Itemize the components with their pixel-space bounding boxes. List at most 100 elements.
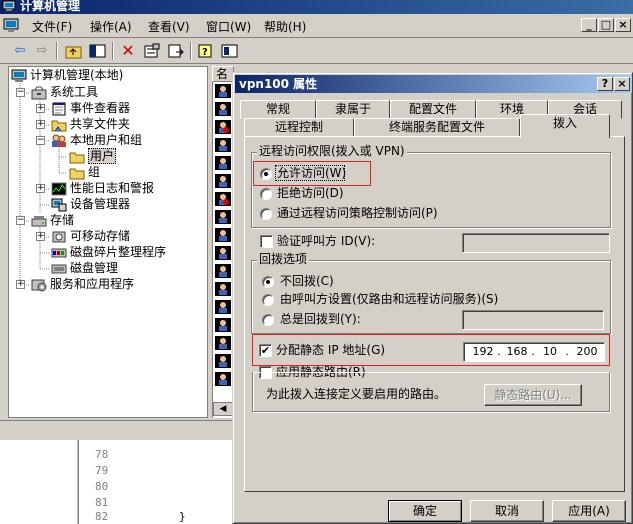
disabled-user-icon[interactable] <box>215 120 231 134</box>
tools-icon <box>31 86 47 100</box>
expand-toggle[interactable]: + <box>36 232 45 241</box>
removable-storage-icon <box>51 230 67 244</box>
user-icon[interactable] <box>215 156 231 170</box>
tab-dial-in[interactable]: 拨入 <box>520 114 610 138</box>
tab-general[interactable]: 常规 <box>240 100 316 119</box>
expand-toggle[interactable]: + <box>16 280 25 289</box>
svg-text:?: ? <box>202 47 208 58</box>
user-icon[interactable] <box>215 336 231 350</box>
delete-icon[interactable]: ✕ <box>118 41 138 61</box>
expand-toggle[interactable]: + <box>36 184 45 193</box>
no-callback-label[interactable]: 不回拨(C) <box>280 273 334 289</box>
radio-deny-access[interactable] <box>260 188 272 200</box>
list-column-header[interactable]: 名 <box>212 66 234 82</box>
cancel-button[interactable]: 取消 <box>470 500 544 522</box>
static-routes-button[interactable]: 静态路由(U)... <box>484 384 582 406</box>
disabled-user-icon[interactable] <box>215 192 231 206</box>
tree-item-users[interactable]: 用户 <box>69 148 117 164</box>
tree-item-local-users-groups[interactable]: 本地用户和组 <box>51 132 142 148</box>
menu-help[interactable]: 帮助(H) <box>264 18 306 35</box>
back-icon[interactable]: ⇦ <box>10 41 30 61</box>
always-callback-field[interactable] <box>462 310 604 330</box>
tree-item-performance-logs[interactable]: 性能日志和警报 <box>51 180 154 196</box>
menu-window[interactable]: 窗口(W) <box>206 18 251 35</box>
forward-icon[interactable]: ⇨ <box>32 41 52 61</box>
radio-policy-control[interactable] <box>260 208 272 220</box>
collapse-toggle[interactable]: − <box>36 136 45 145</box>
minimize-button[interactable]: _ <box>581 18 597 32</box>
user-icon[interactable] <box>215 102 231 116</box>
radio-always-callback[interactable] <box>262 314 274 326</box>
help-icon[interactable]: ? <box>196 41 216 61</box>
user-icon[interactable] <box>215 138 231 152</box>
apply-button[interactable]: 应用(A) <box>552 500 626 522</box>
menu-file[interactable]: 文件(F) <box>32 18 72 35</box>
tree-item-device-manager[interactable]: 设备管理器 <box>51 196 130 212</box>
tree-item-services-apps[interactable]: 服务和应用程序 <box>31 276 134 292</box>
tab-terminal-services-profile[interactable]: 终端服务配置文件 <box>354 118 520 137</box>
user-icon[interactable] <box>215 174 231 188</box>
ok-button[interactable]: 确定 <box>388 500 462 522</box>
remote-access-group-label: 远程访问权限(拨入或 VPN) <box>257 144 407 158</box>
tree-item-defrag[interactable]: 磁盘碎片整理程序 <box>51 244 166 260</box>
policy-control-label[interactable]: 通过远程访问策略控制访问(P) <box>277 205 438 221</box>
services-icon <box>31 278 47 292</box>
mmc-icon[interactable] <box>3 17 19 33</box>
computer-icon <box>11 69 27 83</box>
tree-item-storage[interactable]: 存储 <box>31 212 74 228</box>
properties-icon[interactable] <box>142 41 162 61</box>
tree-item-computer-management[interactable]: 计算机管理(本地) <box>11 67 123 83</box>
radio-set-by-caller[interactable] <box>262 294 274 306</box>
scroll-left-button[interactable]: ◀ <box>213 402 233 416</box>
tree-item-system-tools[interactable]: 系统工具 <box>31 84 98 100</box>
expand-toggle[interactable]: + <box>36 120 45 129</box>
show-hide-tree-icon[interactable] <box>88 41 108 61</box>
tree-label: 共享文件夹 <box>70 117 131 131</box>
tree-item-shared-folders[interactable]: 共享文件夹 <box>51 116 130 132</box>
tree-item-removable-storage[interactable]: 可移动存储 <box>51 228 130 244</box>
user-icon[interactable] <box>215 210 231 224</box>
restore-button[interactable]: □ <box>598 18 614 32</box>
console-icon[interactable] <box>220 41 240 61</box>
user-icon[interactable] <box>215 300 231 314</box>
verify-caller-id-checkbox[interactable] <box>260 235 273 248</box>
tree-label: 本地用户和组 <box>70 133 143 147</box>
export-list-icon[interactable] <box>166 41 186 61</box>
verify-caller-id-label[interactable]: 验证呼叫方 ID(V): <box>277 233 375 249</box>
user-icon[interactable] <box>215 354 231 368</box>
tree-item-groups[interactable]: 组 <box>69 164 100 180</box>
menu-action[interactable]: 操作(A) <box>90 18 132 35</box>
caller-id-field[interactable] <box>462 233 610 253</box>
tab-member-of[interactable]: 隶属于 <box>316 100 390 119</box>
user-icon[interactable] <box>215 246 231 260</box>
dialog-close-button[interactable]: × <box>614 77 630 91</box>
tree-item-event-viewer[interactable]: 事件查看器 <box>51 100 130 116</box>
up-folder-icon[interactable] <box>64 41 84 61</box>
line-number: 78 <box>95 448 109 461</box>
collapse-toggle[interactable]: − <box>16 216 25 225</box>
tree-item-disk-management[interactable]: 磁盘管理 <box>51 260 118 276</box>
expand-toggle[interactable]: + <box>36 104 45 113</box>
set-by-caller-label[interactable]: 由呼叫方设置(仅路由和远程访问服务)(S) <box>280 291 498 307</box>
radio-no-callback[interactable] <box>262 276 274 288</box>
user-icon[interactable] <box>215 318 231 332</box>
help-button[interactable]: ? <box>597 77 613 91</box>
deny-access-label[interactable]: 拒绝访问(D) <box>277 185 344 201</box>
tree-label: 系统工具 <box>50 85 99 99</box>
code-brace: } <box>179 510 186 523</box>
folder-icon <box>51 118 67 132</box>
always-callback-label[interactable]: 总是回拨到(Y): <box>280 311 361 327</box>
user-icon[interactable] <box>215 228 231 242</box>
collapse-toggle[interactable]: − <box>16 88 25 97</box>
dialog-title-text: vpn100 属性 <box>239 77 318 91</box>
tab-profile[interactable]: 配置文件 <box>390 100 476 119</box>
user-icon[interactable] <box>215 372 231 386</box>
close-button[interactable]: × <box>615 18 631 32</box>
folder-icon <box>69 166 85 180</box>
static-route-description: 为此拨入连接定义要启用的路由。 <box>266 387 447 401</box>
user-icon[interactable] <box>215 282 231 296</box>
user-icon[interactable] <box>215 84 231 98</box>
tab-remote-control[interactable]: 远程控制 <box>244 118 354 137</box>
user-icon[interactable] <box>215 264 231 278</box>
menu-view[interactable]: 查看(V) <box>148 18 190 35</box>
